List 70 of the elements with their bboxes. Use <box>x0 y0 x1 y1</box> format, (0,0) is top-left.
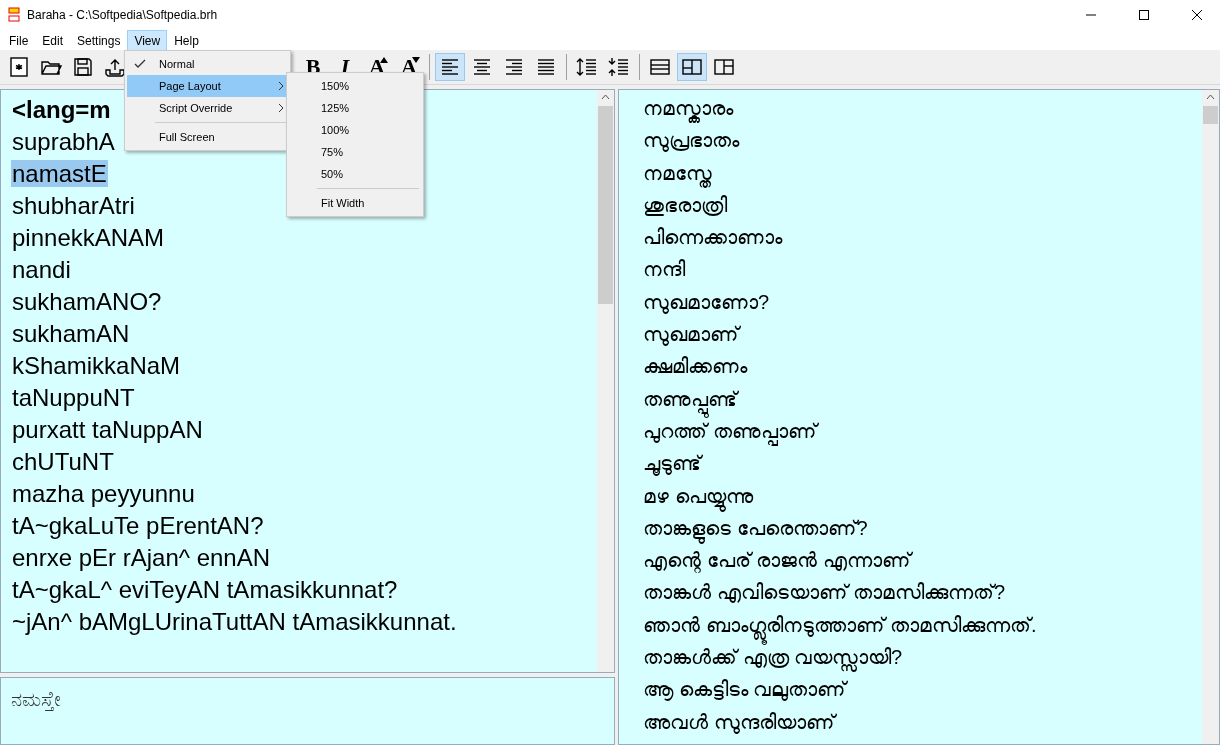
editor-line: suprabhA <box>11 128 116 155</box>
window-title: Baraha - C:\Softpedia\Softpedia.brh <box>27 8 219 22</box>
menu-entry[interactable]: 100% <box>289 119 421 141</box>
output-line: പിന്നെക്കാണാം <box>643 225 782 251</box>
maximize-icon <box>1139 10 1149 20</box>
editor-line: purxatt taNuppAN <box>11 416 204 443</box>
editor-line: ~jAn^ bAMgLUrinaTuttAN tAmasikkunnat. <box>11 608 458 635</box>
menu-entry[interactable]: Full Screen <box>127 126 288 148</box>
output-line: നമസ്തേ <box>643 156 712 191</box>
output-line: താങ്കൾ എവിടെയാണ് താമസിക്കുന്നത്? <box>643 580 1006 606</box>
editor-line: sukhamAN <box>11 320 131 347</box>
align-left-icon <box>439 56 461 78</box>
output-line: നന്ദി <box>643 257 685 283</box>
new-document-icon <box>8 56 30 78</box>
editor-line: <lang=m <box>11 96 112 123</box>
justify-icon <box>535 56 557 78</box>
preview-text: ನಮಸ್ತೇ <box>11 688 61 710</box>
editor-line: nandi <box>11 256 72 283</box>
editor-line: chUTuNT <box>11 448 115 475</box>
editor-line: taNuppuNT <box>11 384 136 411</box>
output-line: സുപ്രഭാതം <box>643 128 739 154</box>
output-line: നമസ്കാരം <box>643 92 733 126</box>
menu-entry[interactable]: 50% <box>289 163 421 185</box>
align-center-icon <box>471 56 493 78</box>
output-line: എന്റെ പേര് രാജൻ എന്നാണ് <box>643 548 911 575</box>
menu-entry[interactable]: 125% <box>289 97 421 119</box>
editor-line: enrxe pEr rAjan^ ennAN <box>11 544 272 571</box>
editor-line: tA~gkaL^ eviTeyAN tAmasikkunnat? <box>11 576 399 603</box>
output-line: ഞാൻ ബാംഗ്ലൂരിനടുത്താണ് താമസിക്കുന്നത്. <box>643 608 1037 643</box>
menu-item[interactable]: File <box>2 30 36 52</box>
editor-line: tA~gkaLuTe pErentAN? <box>11 512 265 539</box>
scrollbar[interactable] <box>597 90 614 672</box>
output-line: സുഖമാണ് <box>643 322 739 348</box>
menu-entry[interactable]: 150% <box>289 75 421 97</box>
menu-entry[interactable]: 75% <box>289 141 421 163</box>
editor-line: kShamikkaNaM <box>11 352 182 379</box>
line-spacing-icon <box>576 56 598 78</box>
editor-line: pinnekkANAM <box>11 224 166 251</box>
horizontal-panes-icon <box>649 56 671 78</box>
menu-item[interactable]: View <box>127 30 168 52</box>
toolbar-button[interactable] <box>435 53 465 81</box>
output-line: ശുഭരാത്രി <box>643 192 727 218</box>
editor-line: sukhamANO? <box>11 288 163 315</box>
output-line: സുഖമാണോ? <box>643 289 770 316</box>
split-panes-icon <box>681 56 703 78</box>
column-panes-icon <box>713 56 735 78</box>
menu-item[interactable]: Help <box>167 30 206 52</box>
output-line: ചൂടുണ്ട് <box>643 451 701 478</box>
menu-item[interactable]: Edit <box>35 30 71 52</box>
close-icon <box>1192 10 1202 20</box>
toolbar-button[interactable] <box>677 53 707 81</box>
line-spacing-icon <box>608 56 630 78</box>
scroll-thumb[interactable] <box>598 106 613 304</box>
menu-entry[interactable]: Script Override <box>127 97 288 119</box>
editor-line: mazha peyyunnu <box>11 480 196 507</box>
editor-line: shubharAtri <box>11 192 136 219</box>
output-line: അവൾ സുന്ദരിയാണ് <box>643 709 835 736</box>
output-line: തണുപ്പുണ്ട് <box>643 382 737 417</box>
scroll-thumb[interactable] <box>1203 106 1218 124</box>
menu-entry[interactable]: Fit Width <box>289 192 421 214</box>
output-line: ആ കെട്ടിടം വലുതാണ് <box>643 677 847 703</box>
menu-item[interactable]: Settings <box>70 30 128 52</box>
menu-entry[interactable]: Page Layout <box>127 75 288 97</box>
output-line: മഴ പെയ്യുന്നു <box>643 479 753 514</box>
menu-entry[interactable]: Normal <box>127 53 288 75</box>
output-line: താങ്കളുടെ പേരെന്താണ്? <box>643 511 868 546</box>
app-icon <box>8 7 20 23</box>
scrollbar[interactable] <box>1202 90 1219 744</box>
output-line: ക്ഷമിക്കണം <box>643 354 747 380</box>
align-right-icon <box>503 56 525 78</box>
